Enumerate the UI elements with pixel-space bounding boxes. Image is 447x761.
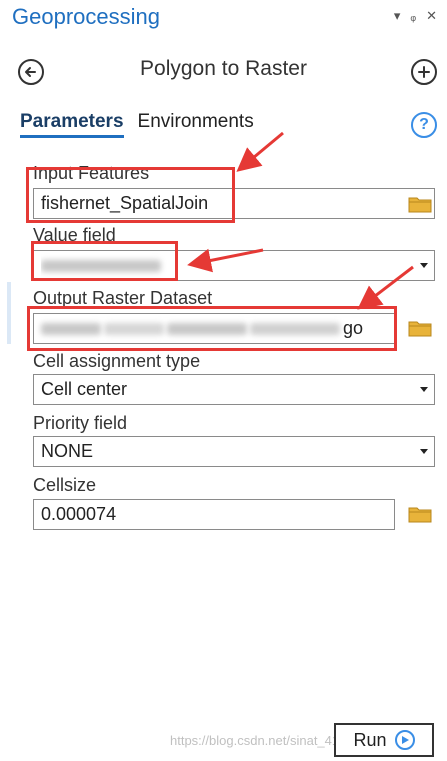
chevron-down-icon — [420, 263, 428, 268]
pane-title: Geoprocessing — [12, 4, 160, 29]
chevron-down-icon — [420, 449, 428, 454]
input-features-dropdown[interactable]: fishernet_SpatialJoin — [33, 188, 435, 219]
chevron-down-icon — [420, 387, 428, 392]
geoprocessing-pane: Geoprocessing ▾ ᵩ ✕ Polygon to Raster Pa… — [0, 0, 447, 761]
plus-icon — [418, 66, 430, 78]
tab-environments[interactable]: Environments — [138, 111, 254, 138]
cellsize-input[interactable]: 0.000074 — [33, 499, 395, 530]
output-raster-value-suffix: go — [343, 318, 364, 338]
browse-input-folder-icon[interactable] — [408, 195, 432, 213]
input-features-label: Input Features — [33, 163, 150, 183]
cell-assignment-label: Cell assignment type — [33, 351, 201, 371]
output-raster-label: Output Raster Dataset — [33, 288, 213, 308]
help-icon[interactable]: ? — [411, 112, 437, 138]
cell-assignment-dropdown[interactable]: Cell center — [33, 374, 435, 405]
add-button[interactable] — [411, 59, 437, 85]
cellsize-label: Cellsize — [33, 475, 97, 495]
browse-output-folder-icon[interactable] — [408, 319, 432, 337]
tab-bar: Parameters Environments — [20, 111, 254, 138]
tool-title: Polygon to Raster — [140, 57, 307, 80]
redacted-value — [41, 260, 161, 273]
value-field-dropdown[interactable] — [33, 250, 435, 281]
active-parameter-indicator — [7, 282, 11, 344]
pane-pin-icon[interactable]: ᵩ — [410, 8, 416, 24]
priority-field-value: NONE — [41, 441, 94, 461]
arrow-to-input — [236, 131, 284, 172]
tab-parameters[interactable]: Parameters — [20, 111, 124, 138]
value-field-value — [41, 251, 411, 280]
priority-field-label: Priority field — [33, 413, 128, 433]
play-icon — [394, 730, 415, 750]
pane-close-icon[interactable]: ✕ — [426, 8, 437, 24]
pane-controls: ▾ ᵩ ✕ — [394, 8, 437, 24]
priority-field-dropdown[interactable]: NONE — [33, 436, 435, 467]
pane-menu-icon[interactable]: ▾ — [394, 8, 401, 24]
run-button-label: Run — [353, 729, 387, 750]
value-field-label: Value field — [33, 225, 116, 245]
input-features-value: fishernet_SpatialJoin — [41, 193, 209, 213]
run-button[interactable]: Run — [334, 723, 434, 757]
cellsize-value: 0.000074 — [41, 504, 117, 524]
output-raster-input[interactable]: go — [33, 313, 395, 344]
browse-cellsize-folder-icon[interactable] — [408, 505, 432, 523]
cell-assignment-value: Cell center — [41, 379, 128, 399]
